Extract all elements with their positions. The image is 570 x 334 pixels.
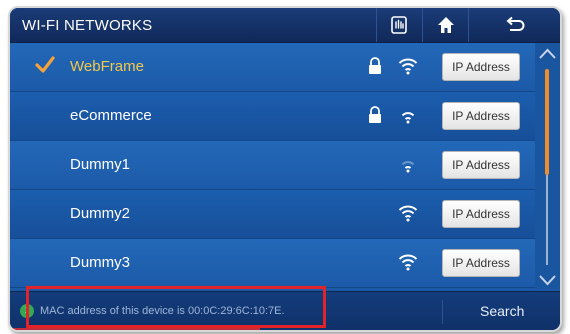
network-row-webframe[interactable]: WebFrame IP Address (10, 43, 535, 92)
search-button[interactable]: Search (480, 303, 524, 319)
scroll-down-icon[interactable] (535, 269, 560, 289)
check-icon (35, 56, 55, 73)
network-name: eCommerce (70, 107, 152, 124)
wifi-strong-icon (398, 58, 418, 75)
scroll-thumb[interactable] (545, 69, 549, 175)
network-name: WebFrame (70, 58, 144, 75)
home-icon (438, 17, 454, 33)
lock-icon (369, 106, 381, 123)
settings-hand-icon (391, 16, 407, 34)
home-button[interactable] (422, 8, 469, 42)
network-list: WebFrame IP Address eCommerce IP Address… (10, 43, 535, 290)
scrollbar[interactable] (535, 43, 560, 290)
network-row-ecommerce[interactable]: eCommerce IP Address (10, 92, 535, 141)
ip-address-button[interactable]: IP Address (442, 53, 520, 81)
network-name: Dummy2 (70, 205, 131, 222)
wifi-medium-icon (401, 112, 415, 124)
back-button[interactable] (468, 8, 560, 42)
network-name: Dummy1 (70, 156, 131, 173)
ip-address-button[interactable]: IP Address (442, 102, 520, 130)
scroll-track-line (546, 175, 548, 265)
wifi-strong-icon (398, 254, 418, 271)
highlight-box (26, 286, 326, 328)
back-icon (506, 16, 525, 31)
divider (442, 300, 443, 324)
network-row-dummy2[interactable]: Dummy2 IP Address (10, 190, 535, 239)
ip-address-button[interactable]: IP Address (442, 200, 520, 228)
title-bar: WI-FI NETWORKS (10, 8, 560, 43)
ip-address-button[interactable]: IP Address (442, 151, 520, 179)
wifi-strong-icon (398, 205, 418, 222)
settings-hand-button[interactable] (376, 8, 423, 42)
page-title: WI-FI NETWORKS (22, 17, 153, 34)
network-row-dummy1[interactable]: Dummy1 IP Address (10, 141, 535, 190)
wifi-weak-icon (401, 161, 415, 173)
network-row-dummy3[interactable]: Dummy3 IP Address (10, 239, 535, 288)
wifi-networks-screen: WI-FI NETWORKS WebFrame IP Address eComm… (8, 6, 562, 332)
scroll-up-icon[interactable] (535, 45, 560, 65)
lock-icon (369, 57, 381, 74)
ip-address-button[interactable]: IP Address (442, 249, 520, 277)
status-progress (10, 328, 260, 330)
network-name: Dummy3 (70, 254, 131, 271)
